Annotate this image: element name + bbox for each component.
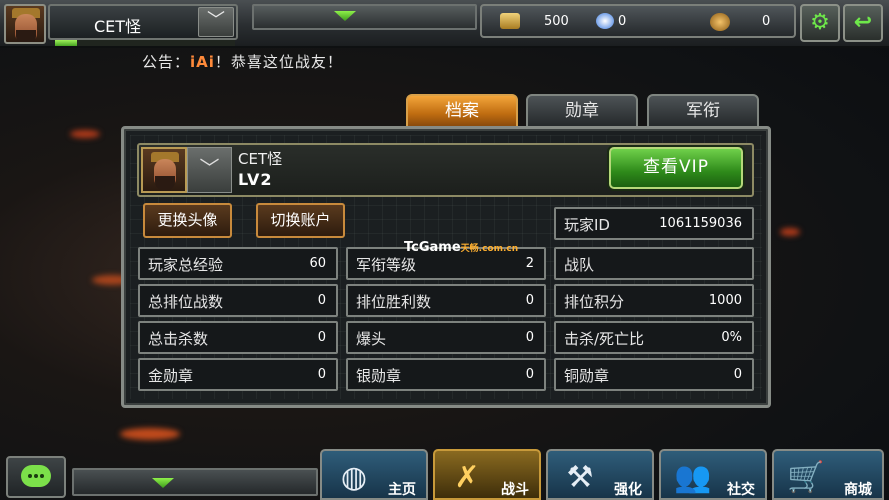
stat-label: 爆头	[356, 330, 387, 348]
stat-value: 1000	[708, 293, 742, 308]
ember-decoration	[120, 428, 180, 440]
medal-points-value: 0	[762, 14, 771, 29]
stat-value: 0	[317, 367, 326, 382]
medal-coin-icon	[710, 13, 730, 31]
down-arrow-icon	[334, 11, 356, 21]
stat-cell: 爆头 0	[346, 321, 546, 354]
wrench-icon: ⚒	[566, 460, 594, 495]
stat-cell: 战队	[554, 247, 754, 280]
announcement-prefix: 公告：	[142, 53, 191, 71]
stat-value: 0	[733, 367, 742, 382]
stat-label: 总排位战数	[148, 293, 224, 311]
back-arrow-icon[interactable]: ↩	[843, 4, 883, 42]
tab-profile[interactable]: 档案	[406, 94, 518, 128]
view-vip-button[interactable]: 查看VIP	[609, 147, 743, 189]
nav-battle[interactable]: ✗ 战斗	[433, 449, 541, 500]
nav-social[interactable]: 👥 社交	[659, 449, 767, 500]
gold-bars-icon	[500, 13, 520, 29]
crossed-pistols-icon: ✗	[454, 460, 480, 495]
stat-cell: 总击杀数 0	[138, 321, 338, 354]
stat-label: 军衔等级	[356, 256, 417, 274]
announcement: 公告：iAi！恭喜这位战友！	[142, 51, 343, 72]
switch-account-button[interactable]: 切换账户	[256, 203, 345, 238]
diamond-icon	[596, 13, 614, 29]
nav-upgrade[interactable]: ⚒ 强化	[546, 449, 654, 500]
profile-level: LV2	[238, 170, 273, 189]
top-decor-plate	[252, 4, 477, 30]
player-id-label: 玩家ID	[564, 216, 610, 234]
resource-bar: 500 0 0	[480, 4, 796, 38]
chat-button[interactable]	[6, 456, 66, 498]
player-avatar[interactable]	[4, 4, 46, 44]
site-watermark: TcGame天畅.com.cn	[404, 240, 518, 255]
nav-upgrade-label: 强化	[614, 482, 642, 498]
stat-label: 玩家总经验	[148, 256, 224, 274]
stat-value: 0	[317, 330, 326, 345]
xp-progress-bar	[55, 40, 235, 46]
nav-home-label: 主页	[388, 482, 416, 498]
stat-label: 总击杀数	[148, 330, 209, 348]
stat-cell: 总排位战数 0	[138, 284, 338, 317]
stat-value: 60	[309, 256, 326, 271]
stat-label: 银勋章	[356, 367, 402, 385]
profile-name: CET怪	[238, 150, 283, 168]
tab-rank[interactable]: 军衔	[647, 94, 759, 128]
stat-cell: 排位积分 1000	[554, 284, 754, 317]
ember-decoration	[70, 130, 100, 138]
stat-cell: 玩家总经验 60	[138, 247, 338, 280]
announcement-message: ！恭喜这位战友！	[214, 53, 343, 71]
diamond-value: 0	[618, 14, 627, 29]
ember-decoration	[780, 228, 800, 236]
stat-value: 0	[525, 367, 534, 382]
people-icon: 👥	[674, 460, 712, 495]
stat-value: 2	[525, 256, 534, 271]
stat-cell: 铜勋章 0	[554, 358, 754, 391]
stat-value: 0	[525, 293, 534, 308]
stat-label: 战队	[564, 256, 595, 274]
chat-bubble-icon	[21, 465, 51, 487]
chevron-down-icon[interactable]: ﹀	[187, 147, 232, 193]
player-id-cell: 玩家ID 1061159036	[554, 207, 754, 240]
watermark-sub: 天畅	[460, 244, 479, 254]
stat-label: 金勋章	[148, 367, 194, 385]
gear-icon[interactable]: ⚙	[800, 4, 840, 42]
xp-progress-fill	[55, 40, 77, 46]
nav-shop[interactable]: 🛒 商城	[772, 449, 884, 500]
tab-medals[interactable]: 勋章	[526, 94, 638, 128]
nav-battle-label: 战斗	[501, 482, 529, 498]
watermark-main: TcGame	[404, 240, 461, 255]
chevron-down-icon[interactable]: ﹀	[198, 7, 234, 37]
nav-social-label: 社交	[727, 482, 755, 498]
stat-label: 铜勋章	[564, 367, 610, 385]
down-arrow-icon	[152, 478, 174, 488]
chat-strip[interactable]	[72, 468, 318, 496]
player-name-box: CET怪 ﹀	[48, 4, 238, 40]
stat-value: 0%	[721, 330, 742, 345]
stat-label: 排位积分	[564, 293, 625, 311]
cart-icon: 🛒	[787, 460, 825, 495]
gold-value: 500	[544, 14, 569, 29]
profile-avatar[interactable]	[141, 147, 187, 193]
stat-cell: 排位胜利数 0	[346, 284, 546, 317]
stat-label: 击杀/死亡比	[564, 330, 645, 348]
stat-cell: 银勋章 0	[346, 358, 546, 391]
stat-value: 0	[317, 293, 326, 308]
nav-shop-label: 商城	[844, 482, 872, 498]
change-avatar-button[interactable]: 更换头像	[143, 203, 232, 238]
nav-home[interactable]: ◍ 主页	[320, 449, 428, 500]
stat-cell: 击杀/死亡比 0%	[554, 321, 754, 354]
player-name: CET怪	[94, 17, 142, 36]
stat-label: 排位胜利数	[356, 293, 432, 311]
stat-value: 0	[525, 330, 534, 345]
announcement-tag: iAi	[190, 53, 215, 71]
globe-icon: ◍	[340, 460, 368, 495]
stat-cell: 金勋章 0	[138, 358, 338, 391]
player-id-value: 1061159036	[659, 216, 742, 231]
watermark-domain: .com.cn	[478, 244, 519, 254]
